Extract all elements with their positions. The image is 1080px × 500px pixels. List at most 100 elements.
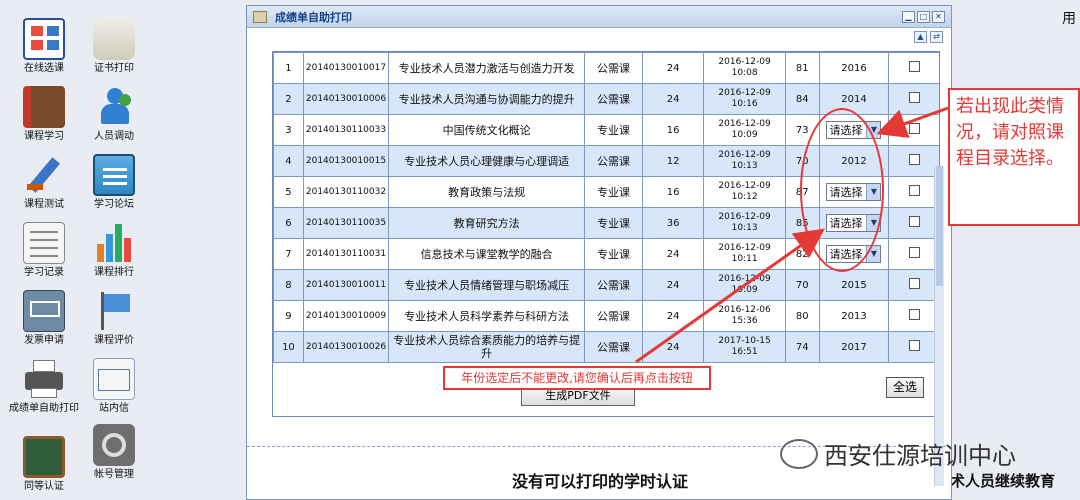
annotation-box: 若出现此类情况，请对照课程目录选择。 <box>948 88 1080 226</box>
course-hours: 16 <box>641 176 705 208</box>
table-row: 9 20140130010009 专业技术人员科学素养与科研方法 公需课 24 2016-… <box>273 300 939 332</box>
scrollbar-thumb[interactable] <box>936 166 943 286</box>
course-type: 专业课 <box>584 114 643 146</box>
course-type: 公需课 <box>584 331 643 363</box>
desktop-icon-area: 在线选课 证书打印 课程学习 人员调动 课程测试 学习论坛 学习记录 课程排行 … <box>0 0 170 500</box>
desktop-item-equivalent-certification[interactable]: 同等认证 <box>4 436 84 493</box>
row-checkbox[interactable] <box>909 185 921 196</box>
refresh-icon[interactable]: ⇄ <box>930 31 943 43</box>
no-print-message: 没有可以打印的学时认证 <box>511 472 688 491</box>
course-selection-icon <box>23 18 65 60</box>
row-checkbox[interactable] <box>909 278 921 289</box>
table-row: 1 20140130010017 专业技术人员潜力激活与创造力开发 公需课 24 2016… <box>273 52 939 84</box>
dialog-titlebar[interactable]: 成绩单自助打印 ▁ □ ✕ <box>247 6 951 28</box>
course-name: 教育政策与法规 <box>388 176 586 208</box>
row-checkbox[interactable] <box>909 154 921 165</box>
background-text-bottom-right: 术人员继续教育 <box>950 472 1056 490</box>
year-warning-box: 年份选定后不能更改,请您确认后再点击按钮 <box>443 366 711 390</box>
close-icon[interactable]: ✕ <box>932 10 945 23</box>
desktop-item-label: 同等认证 <box>24 481 64 492</box>
completion-time: 2016-12-09 10:16 <box>703 83 786 115</box>
course-hours: 12 <box>641 145 705 177</box>
dialog-subbar: ▲ ⇄ <box>247 28 951 46</box>
completion-time: 2016-12-09 10:13 <box>703 207 786 239</box>
desktop-item-label: 帐号管理 <box>94 469 134 480</box>
invoice-icon <box>23 290 65 332</box>
row-checkbox-cell <box>888 176 939 208</box>
course-code: 20140130010015 <box>302 145 390 177</box>
row-checkbox[interactable] <box>909 92 921 103</box>
desktop-item-course-study[interactable]: 课程学习 <box>4 86 84 143</box>
completion-time: 2016-12-09 10:12 <box>703 176 786 208</box>
desktop-item-site-mail[interactable]: 站内信 <box>74 358 154 415</box>
course-type: 公需课 <box>584 83 643 115</box>
course-code: 20140130010026 <box>302 331 390 363</box>
row-number: 5 <box>273 176 304 208</box>
desktop-item-course-selection[interactable]: 在线选课 <box>4 18 84 75</box>
row-checkbox-cell <box>888 114 939 146</box>
window-icon <box>253 10 267 23</box>
row-checkbox[interactable] <box>909 309 921 320</box>
collapse-icon[interactable]: ▲ <box>914 31 927 43</box>
course-name: 专业技术人员综合素质能力的培养与提升 <box>388 331 586 363</box>
desktop-item-label: 成绩单自助打印 <box>9 403 79 414</box>
watermark: 西安仕源培训中心 <box>780 436 1016 471</box>
row-checkbox-cell <box>888 52 939 84</box>
printer-icon <box>23 358 65 400</box>
course-name: 中国传统文化概论 <box>388 114 586 146</box>
select-all-button[interactable]: 全选 <box>886 377 924 398</box>
desktop-item-course-review[interactable]: 课程评价 <box>74 290 154 347</box>
row-checkbox-cell <box>888 238 939 270</box>
desktop-item-course-ranking[interactable]: 课程排行 <box>74 222 154 279</box>
course-type: 公需课 <box>584 269 643 301</box>
course-type: 公需课 <box>584 300 643 332</box>
mail-icon <box>93 358 135 400</box>
row-checkbox[interactable] <box>909 61 921 72</box>
desktop-item-account-management[interactable]: 帐号管理 <box>74 424 154 481</box>
desktop-item-forum[interactable]: 学习论坛 <box>74 154 154 211</box>
desktop-item-personnel-transfer[interactable]: 人员调动 <box>74 86 154 143</box>
row-checkbox[interactable] <box>909 247 921 258</box>
row-checkbox-cell <box>888 300 939 332</box>
row-checkbox[interactable] <box>909 340 921 351</box>
completion-time: 2016-12-09 10:09 <box>703 269 786 301</box>
year-cell: 2013 <box>818 300 890 332</box>
row-checkbox[interactable] <box>909 216 921 227</box>
completion-time: 2016-12-09 10:13 <box>703 145 786 177</box>
maximize-icon[interactable]: □ <box>917 10 930 23</box>
forum-icon <box>93 154 135 196</box>
row-checkbox-cell <box>888 269 939 301</box>
row-checkbox-cell <box>888 331 939 363</box>
row-checkbox-cell <box>888 83 939 115</box>
course-code: 20140130010017 <box>302 52 390 84</box>
row-number: 4 <box>273 145 304 177</box>
row-checkbox-cell <box>888 145 939 177</box>
course-hours: 24 <box>641 269 705 301</box>
notebook-icon <box>23 222 65 264</box>
desktop-item-label: 学习论坛 <box>94 199 134 210</box>
desktop-item-study-record[interactable]: 学习记录 <box>4 222 84 279</box>
row-checkbox[interactable] <box>909 123 921 134</box>
year-cell: 2017 <box>818 331 890 363</box>
course-name: 专业技术人员科学素养与科研方法 <box>388 300 586 332</box>
minimize-icon[interactable]: ▁ <box>902 10 915 23</box>
people-icon <box>93 86 135 128</box>
row-number: 7 <box>273 238 304 270</box>
annotation-oval <box>800 108 884 272</box>
desktop-item-course-test[interactable]: 课程测试 <box>4 154 84 211</box>
course-code: 20140130010009 <box>302 300 390 332</box>
desktop-item-label: 课程评价 <box>94 335 134 346</box>
course-code: 20140130010006 <box>302 83 390 115</box>
desktop-item-certificate-print[interactable]: 证书打印 <box>74 18 154 75</box>
desktop-item-label: 课程学习 <box>24 131 64 142</box>
completion-time: 2016-12-09 10:11 <box>703 238 786 270</box>
completion-time: 2016-12-06 15:36 <box>703 300 786 332</box>
year-cell: 2015 <box>818 269 890 301</box>
course-code: 20140130110032 <box>302 176 390 208</box>
background-text-top-right: 用 <box>1062 11 1076 27</box>
desktop-item-transcript-print[interactable]: 成绩单自助打印 <box>4 358 84 415</box>
bar-chart-icon <box>93 222 135 264</box>
desktop-item-label: 课程测试 <box>24 199 64 210</box>
desktop-item-invoice[interactable]: 发票申请 <box>4 290 84 347</box>
row-number: 10 <box>273 331 304 363</box>
